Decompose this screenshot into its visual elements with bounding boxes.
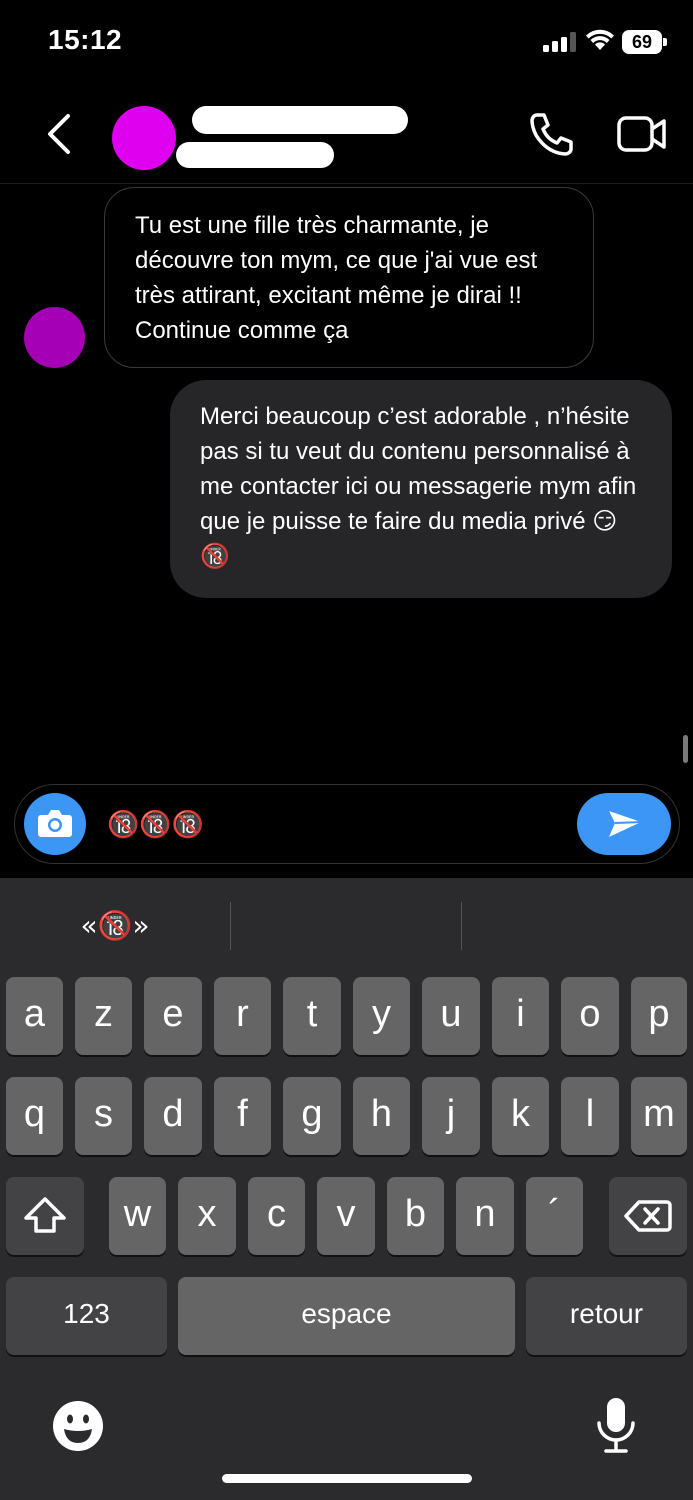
key-d[interactable]: d xyxy=(144,1077,202,1155)
key-k[interactable]: k xyxy=(492,1077,549,1155)
key-v[interactable]: v xyxy=(317,1177,375,1255)
key-m[interactable]: m xyxy=(631,1077,687,1155)
emoji-icon[interactable] xyxy=(52,1400,104,1452)
battery-indicator: 69 xyxy=(622,30,668,54)
suggestion-2[interactable] xyxy=(232,904,460,948)
shift-icon[interactable] xyxy=(6,1177,84,1255)
suggestion-3[interactable] xyxy=(463,904,691,948)
send-icon[interactable] xyxy=(577,793,671,855)
message-composer[interactable]: 🔞🔞🔞 xyxy=(14,784,680,864)
key-j[interactable]: j xyxy=(422,1077,480,1155)
home-indicator[interactable] xyxy=(222,1474,472,1483)
cellular-signal-icon xyxy=(543,32,577,52)
camera-icon[interactable] xyxy=(24,793,86,855)
key-h[interactable]: h xyxy=(353,1077,410,1155)
numbers-key[interactable]: 123 xyxy=(6,1277,167,1355)
phone-icon[interactable] xyxy=(526,110,576,158)
key-p[interactable]: p xyxy=(631,977,687,1055)
contact-name-redacted[interactable] xyxy=(192,106,408,134)
outgoing-message-bubble[interactable]: Merci beaucoup c’est adorable , n’hésite… xyxy=(170,380,672,598)
suggestion-1[interactable]: «🔞» xyxy=(40,904,190,948)
key-b[interactable]: b xyxy=(387,1177,444,1255)
status-time: 15:12 xyxy=(48,24,123,55)
key-a[interactable]: a xyxy=(6,977,63,1055)
key-acute-accent[interactable]: ´ xyxy=(526,1177,583,1255)
scroll-indicator xyxy=(683,735,688,763)
key-r[interactable]: r xyxy=(214,977,271,1055)
delete-icon[interactable] xyxy=(609,1177,687,1255)
key-t[interactable]: t xyxy=(283,977,341,1055)
contact-username-redacted[interactable] xyxy=(176,142,334,168)
key-u[interactable]: u xyxy=(422,977,480,1055)
key-g[interactable]: g xyxy=(283,1077,341,1155)
video-camera-icon[interactable] xyxy=(616,112,668,156)
key-y[interactable]: y xyxy=(353,977,410,1055)
key-q[interactable]: q xyxy=(6,1077,63,1155)
microphone-icon[interactable] xyxy=(594,1396,638,1454)
key-o[interactable]: o xyxy=(561,977,619,1055)
key-l[interactable]: l xyxy=(561,1077,619,1155)
battery-level: 69 xyxy=(622,30,662,54)
status-bar: 15:12 69 xyxy=(0,0,693,88)
key-e[interactable]: e xyxy=(144,977,202,1055)
chat-header xyxy=(0,88,693,184)
incoming-message-bubble[interactable]: Tu est une fille très charmante, je déco… xyxy=(104,187,594,368)
message-input[interactable]: 🔞🔞🔞 xyxy=(107,805,204,845)
key-n[interactable]: n xyxy=(456,1177,514,1255)
back-chevron-icon[interactable] xyxy=(40,112,80,156)
keyboard: «🔞» a z e r t y u i o p q s d f g h j k … xyxy=(0,878,693,1500)
predictive-bar: «🔞» xyxy=(0,878,693,974)
key-f[interactable]: f xyxy=(214,1077,271,1155)
message-thread: Tu est une fille très charmante, je déco… xyxy=(0,185,693,780)
space-key[interactable]: espace xyxy=(178,1277,515,1355)
contact-avatar[interactable] xyxy=(112,106,176,170)
wifi-icon xyxy=(585,28,615,52)
key-c[interactable]: c xyxy=(248,1177,305,1255)
return-key[interactable]: retour xyxy=(526,1277,687,1355)
key-s[interactable]: s xyxy=(75,1077,132,1155)
key-x[interactable]: x xyxy=(178,1177,236,1255)
sender-avatar[interactable] xyxy=(24,307,85,368)
key-w[interactable]: w xyxy=(109,1177,166,1255)
key-z[interactable]: z xyxy=(75,977,132,1055)
key-i[interactable]: i xyxy=(492,977,549,1055)
